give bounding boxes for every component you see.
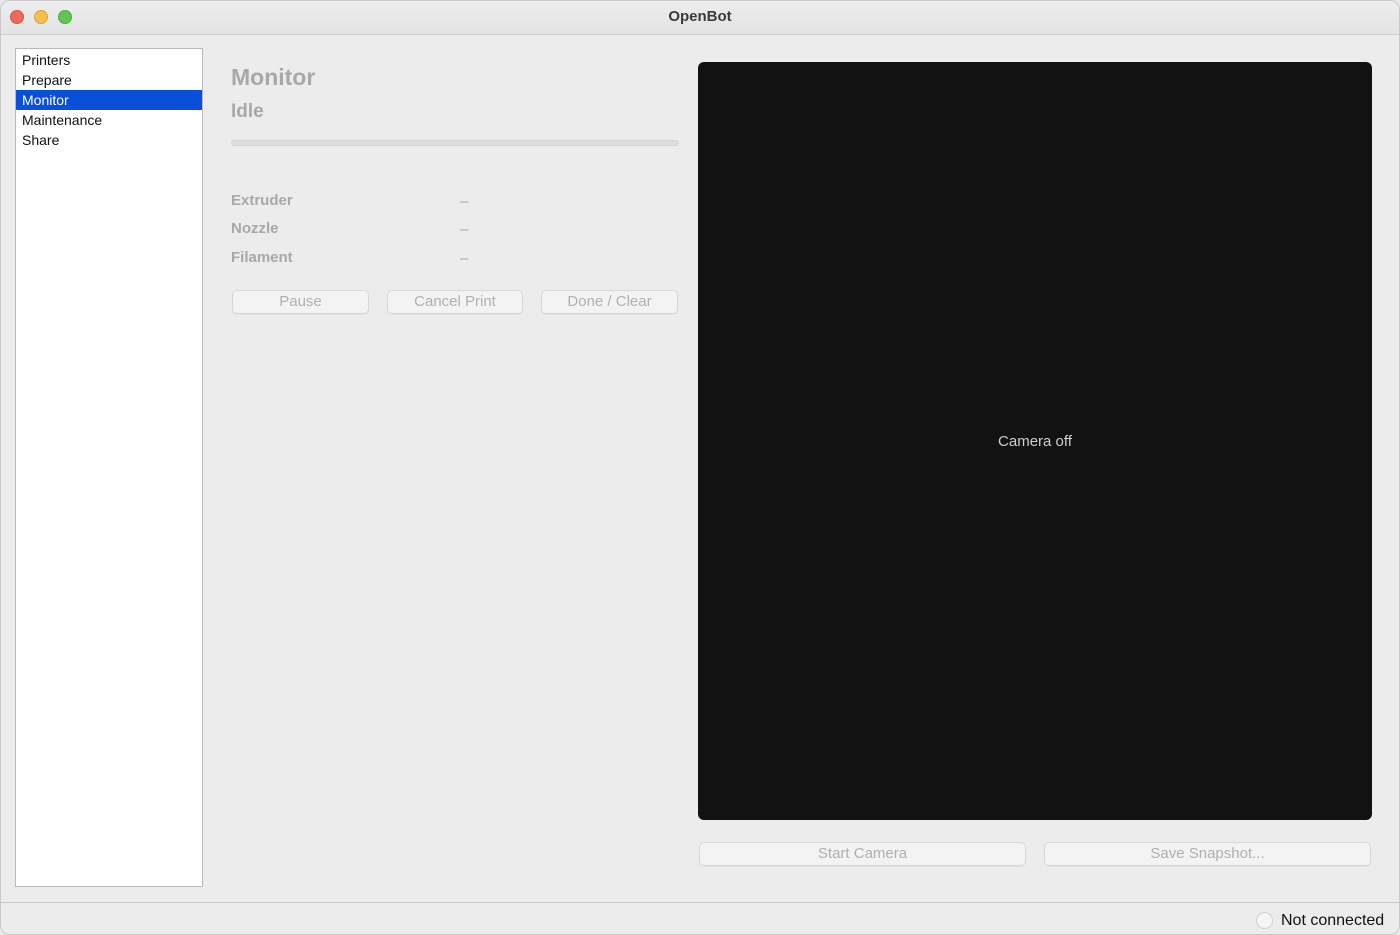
sidebar-item-share[interactable]: Share: [16, 130, 202, 150]
sidebar-item-printers[interactable]: Printers: [16, 50, 202, 70]
sidebar-list: Printers Prepare Monitor Maintenance Sha…: [16, 50, 202, 150]
camera-placeholder: Camera off: [998, 433, 1072, 450]
status-bar: Not connected: [1, 902, 1399, 934]
title-bar: OpenBot: [1, 1, 1399, 35]
app-window: OpenBot Printers Prepare Monitor Mainten…: [0, 0, 1400, 935]
extruder-label: Extruder: [231, 192, 293, 209]
window-title: OpenBot: [668, 8, 732, 25]
done-clear-button[interactable]: Done / Clear: [541, 290, 678, 314]
pause-button[interactable]: Pause: [232, 290, 369, 314]
print-status: Idle: [231, 101, 264, 122]
save-snapshot-button[interactable]: Save Snapshot...: [1044, 842, 1371, 866]
sidebar-item-monitor[interactable]: Monitor: [16, 90, 202, 110]
cancel-print-button[interactable]: Cancel Print: [387, 290, 523, 314]
camera-view: Camera off: [698, 62, 1372, 820]
connection-indicator-icon: [1256, 912, 1273, 929]
nozzle-value: –: [460, 221, 469, 238]
sidebar-item-maintenance[interactable]: Maintenance: [16, 110, 202, 130]
print-progress-bar: [231, 140, 679, 146]
start-camera-button[interactable]: Start Camera: [699, 842, 1026, 866]
nozzle-label: Nozzle: [231, 220, 279, 237]
extruder-value: –: [460, 193, 469, 210]
sidebar: Printers Prepare Monitor Maintenance Sha…: [15, 48, 203, 887]
sidebar-item-prepare[interactable]: Prepare: [16, 70, 202, 90]
connection-status: Not connected: [1281, 912, 1385, 929]
filament-label: Filament: [231, 249, 293, 266]
filament-value: –: [460, 250, 469, 267]
page-title: Monitor: [231, 64, 316, 90]
